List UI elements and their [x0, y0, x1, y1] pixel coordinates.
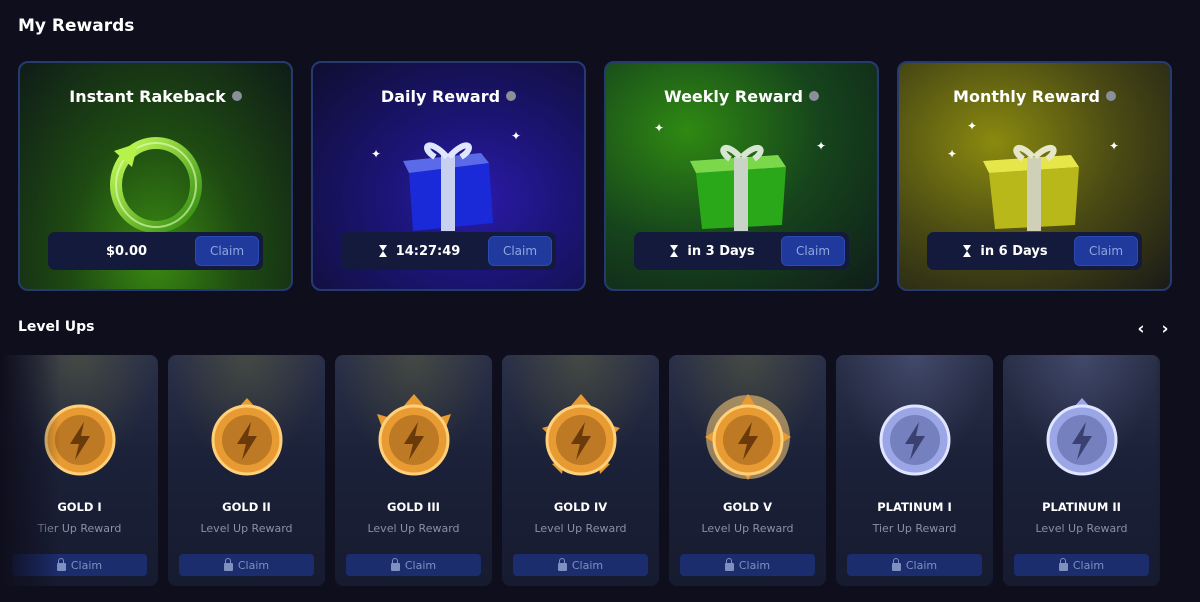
claim-button[interactable]: Claim [488, 236, 552, 266]
locked-claim-button[interactable]: Claim [513, 554, 648, 576]
chevron-left-icon[interactable]: ‹ [1133, 319, 1149, 339]
level-name: GOLD II [222, 500, 271, 514]
weekly-reward-card: Weekly Reward ✦ ✦ in 3 Days Claim [604, 61, 879, 291]
locked-claim-button[interactable]: Claim [847, 554, 982, 576]
level-up-card: PLATINUM II Level Up Reward Claim [1003, 355, 1160, 586]
hourglass-icon [963, 245, 972, 257]
level-reward-type: Level Up Reward [1035, 522, 1128, 535]
sparkle-icon: ✦ [816, 139, 827, 153]
claim-label: Claim [905, 558, 938, 572]
reward-status-bar: 14:27:49 Claim [341, 232, 556, 270]
level-name: PLATINUM I [877, 500, 952, 514]
hourglass-icon [378, 245, 388, 257]
gift-box-icon [402, 142, 493, 231]
lock-icon [1058, 557, 1068, 571]
level-up-card: GOLD II Level Up Reward Claim [168, 355, 325, 586]
reward-status-bar: in 6 Days Claim [927, 232, 1142, 270]
daily-reward-card: Daily Reward ✦ ✦ 14:27:49 Claim [311, 61, 586, 291]
level-reward-type: Level Up Reward [200, 522, 293, 535]
instant-rakeback-card: Instant Rakeback $0.00 Claim [18, 61, 293, 291]
lightning-medal-icon [211, 398, 282, 476]
lock-icon [390, 557, 400, 571]
lightning-medal-icon [541, 394, 620, 476]
reward-status-bar: $0.00 Claim [48, 232, 263, 270]
claim-label: Claim [738, 558, 771, 572]
sparkle-icon: ✦ [511, 129, 522, 143]
hourglass-icon [670, 245, 679, 257]
info-icon[interactable] [1105, 91, 1116, 101]
rakeback-ring-icon [109, 137, 202, 233]
level-name: GOLD III [387, 500, 440, 514]
lightning-medal-icon [879, 404, 950, 476]
claim-label: Claim [571, 558, 604, 572]
chevron-right-icon[interactable]: › [1157, 319, 1173, 339]
monthly-reward-card: Monthly Reward ✦ ✦ ✦ in 6 Days Claim [897, 61, 1172, 291]
reward-timer: 14:27:49 [395, 243, 461, 259]
sparkle-icon: ✦ [371, 147, 382, 161]
level-up-card: GOLD III Level Up Reward Claim [335, 355, 492, 586]
carousel-fade-right [1155, 340, 1200, 602]
claim-label: Claim [70, 558, 103, 572]
level-reward-type: Level Up Reward [367, 522, 460, 535]
level-up-card: GOLD IV Level Up Reward Claim [502, 355, 659, 586]
reward-value: $0.00 [105, 243, 148, 259]
sparkle-icon: ✦ [947, 147, 958, 161]
sparkle-icon: ✦ [654, 121, 665, 135]
reward-timer: in 3 Days [687, 243, 755, 259]
locked-claim-button[interactable]: Claim [179, 554, 314, 576]
info-icon[interactable] [231, 91, 242, 101]
level-name: PLATINUM II [1042, 500, 1121, 514]
locked-claim-button[interactable]: Claim [680, 554, 815, 576]
lock-icon [724, 557, 734, 571]
claim-button[interactable]: Claim [781, 236, 845, 266]
claim-button[interactable]: Claim [1074, 236, 1138, 266]
lock-icon [223, 557, 233, 571]
my-rewards-title: My Rewards [18, 16, 135, 36]
info-icon[interactable] [809, 91, 819, 101]
info-icon[interactable] [506, 91, 517, 101]
gift-box-icon [689, 144, 786, 231]
lightning-medal-icon [704, 394, 791, 480]
lock-icon [891, 557, 901, 571]
claim-label: Claim [1072, 558, 1105, 572]
lock-icon [557, 557, 567, 571]
reward-card-title: Weekly Reward [664, 87, 803, 106]
carousel-fade-left [0, 340, 60, 602]
level-up-card: PLATINUM I Tier Up Reward Claim [836, 355, 993, 586]
gift-box-icon [982, 144, 1079, 231]
level-ups-title: Level Ups [18, 319, 95, 335]
level-name: GOLD IV [553, 500, 608, 514]
reward-card-title: Monthly Reward [953, 87, 1100, 106]
locked-claim-button[interactable]: Claim [346, 554, 481, 576]
reward-status-bar: in 3 Days Claim [634, 232, 849, 270]
lightning-medal-icon [376, 394, 451, 476]
level-reward-type: Level Up Reward [701, 522, 794, 535]
sparkle-icon: ✦ [967, 119, 978, 133]
claim-label: Claim [237, 558, 270, 572]
level-reward-type: Level Up Reward [534, 522, 627, 535]
reward-timer: in 6 Days [980, 243, 1048, 259]
reward-card-title: Daily Reward [380, 87, 501, 106]
claim-label: Claim [404, 558, 437, 572]
sparkle-icon: ✦ [1109, 139, 1120, 153]
level-reward-type: Tier Up Reward [872, 522, 957, 535]
level-up-card: GOLD V Level Up Reward Claim [669, 355, 826, 586]
level-name: GOLD V [723, 500, 772, 514]
claim-button[interactable]: Claim [195, 236, 259, 266]
reward-card-title: Instant Rakeback [69, 87, 226, 106]
locked-claim-button[interactable]: Claim [1014, 554, 1149, 576]
lightning-medal-icon [1046, 398, 1117, 476]
